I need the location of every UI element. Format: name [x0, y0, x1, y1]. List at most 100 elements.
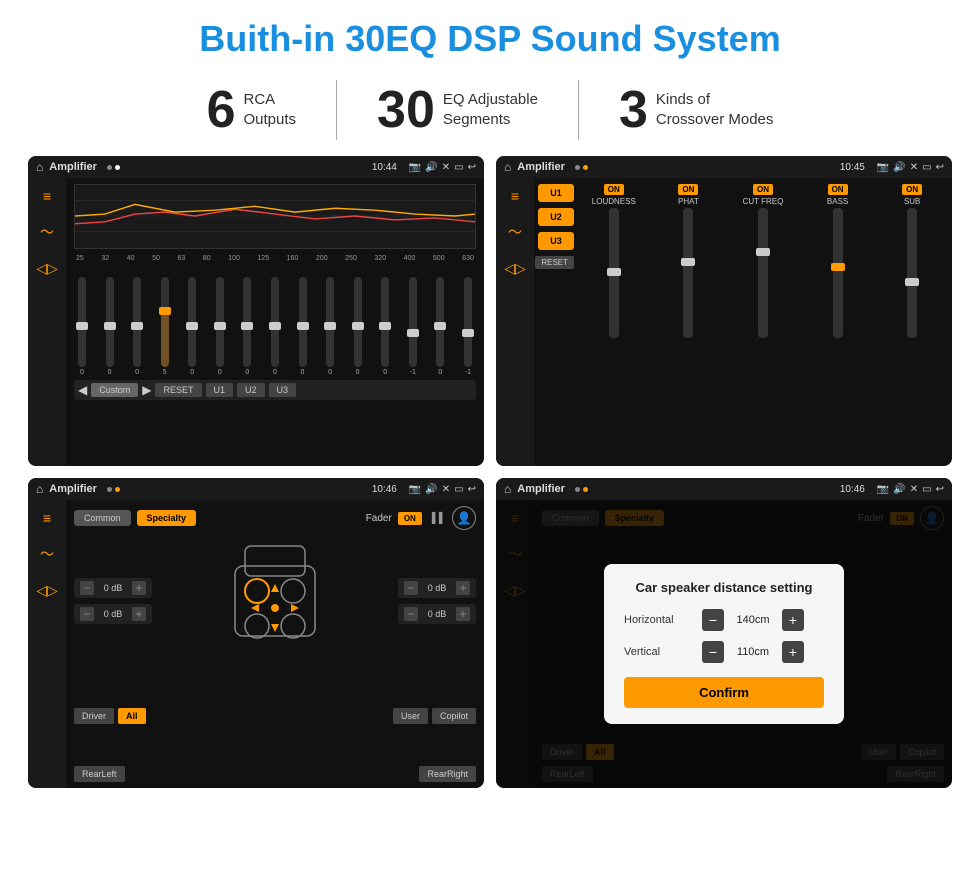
- db-control-4: − 0 dB +: [398, 604, 476, 624]
- speaker-icon[interactable]: ◁▷: [36, 260, 58, 277]
- home-icon-2[interactable]: ⌂: [504, 160, 511, 174]
- window-icon-1: ▭: [454, 162, 463, 173]
- status-title-2: Amplifier: [517, 161, 565, 173]
- db-plus-3[interactable]: +: [456, 581, 470, 595]
- db-plus-1[interactable]: +: [132, 581, 146, 595]
- back-icon-3: ↩: [468, 484, 476, 495]
- db-minus-2[interactable]: −: [80, 607, 94, 621]
- u3-button[interactable]: U3: [269, 383, 297, 397]
- wave-icon[interactable]: 〜: [40, 222, 54, 242]
- fader-right-controls: − 0 dB + − 0 dB +: [398, 578, 476, 624]
- custom-button[interactable]: Custom: [91, 383, 138, 397]
- fader-car-diagram: [160, 536, 390, 666]
- db-plus-2[interactable]: +: [132, 607, 146, 621]
- fader-top-bar: Common Specialty Fader ON ▌▌ 👤: [74, 506, 476, 530]
- confirm-button[interactable]: Confirm: [624, 677, 824, 708]
- eq-slider-thumb[interactable]: [76, 322, 88, 330]
- vertical-row: Vertical − 110cm +: [624, 641, 824, 663]
- db-value-3: 0 dB: [422, 583, 452, 593]
- all-btn[interactable]: All: [118, 708, 146, 724]
- screen1-body: ≡ 〜 ◁▷: [28, 178, 484, 466]
- driver-btn[interactable]: Driver: [74, 708, 114, 724]
- eq-bottom-bar: ◀ Custom ▶ RESET U1 U2 U3: [74, 380, 476, 400]
- stat-crossover: 3 Kinds of Crossover Modes: [579, 84, 813, 136]
- phat-on-btn[interactable]: ON: [678, 184, 698, 195]
- loudness-on-btn[interactable]: ON: [604, 184, 624, 195]
- camera-icon-3: 📷: [409, 484, 421, 495]
- db-minus-4[interactable]: −: [404, 607, 418, 621]
- profile-icon[interactable]: 👤: [452, 506, 476, 530]
- vertical-minus[interactable]: −: [702, 641, 724, 663]
- prev-button[interactable]: ◀: [78, 383, 87, 397]
- status-title-4: Amplifier: [517, 483, 565, 495]
- db-plus-4[interactable]: +: [456, 607, 470, 621]
- volume-icon-3: 🔊: [425, 484, 437, 495]
- next-button[interactable]: ▶: [142, 383, 151, 397]
- camera-icon-2: 📷: [877, 162, 889, 173]
- vertical-plus[interactable]: +: [782, 641, 804, 663]
- stat-number-rca: 6: [207, 84, 236, 136]
- wave-icon-2[interactable]: 〜: [508, 222, 522, 242]
- fader-main: Common Specialty Fader ON ▌▌ 👤 − 0 dB +: [66, 500, 484, 788]
- eq-slider-thumb-2[interactable]: [104, 322, 116, 330]
- sub-on-btn[interactable]: ON: [902, 184, 922, 195]
- channel-bass: ON BASS: [802, 184, 874, 460]
- rearright-btn[interactable]: RearRight: [419, 766, 476, 782]
- horizontal-stepper: − 140cm +: [702, 609, 804, 631]
- common-tab[interactable]: Common: [74, 510, 131, 526]
- speaker-icon-3[interactable]: ◁▷: [36, 582, 58, 599]
- eq-slider-track[interactable]: [78, 277, 86, 367]
- db-control-3: − 0 dB +: [398, 578, 476, 598]
- reset-button[interactable]: RESET: [155, 383, 201, 397]
- u2-button[interactable]: U2: [237, 383, 265, 397]
- db-minus-1[interactable]: −: [80, 581, 94, 595]
- dialog-box: Car speaker distance setting Horizontal …: [604, 564, 844, 724]
- horizontal-minus[interactable]: −: [702, 609, 724, 631]
- preset-u1[interactable]: U1: [538, 184, 574, 202]
- db-minus-3[interactable]: −: [404, 581, 418, 595]
- fader-on-btn[interactable]: ON: [398, 512, 422, 525]
- mixer-reset[interactable]: RESET: [535, 256, 574, 269]
- stats-row: 6 RCA Outputs 30 EQ Adjustable Segments …: [0, 72, 980, 156]
- status-dot-1: [107, 165, 112, 170]
- u1-button[interactable]: U1: [206, 383, 234, 397]
- status-time-1: 10:44: [372, 162, 397, 173]
- mixer-presets: U1 U2 U3 RESET: [538, 184, 574, 460]
- stat-text-crossover-1: Kinds of: [656, 90, 774, 110]
- window-icon-2: ▭: [922, 162, 931, 173]
- eq-icon-3[interactable]: ≡: [43, 510, 51, 526]
- fader-label: Fader: [366, 513, 392, 524]
- fader-bottom-bar: Driver All User Copilot: [74, 708, 476, 724]
- volume-icon-4: 🔊: [893, 484, 905, 495]
- status-title-1: Amplifier: [49, 161, 97, 173]
- home-icon-1[interactable]: ⌂: [36, 160, 43, 174]
- cutfreq-on-btn[interactable]: ON: [753, 184, 773, 195]
- eq-icon-2[interactable]: ≡: [511, 188, 519, 204]
- horizontal-plus[interactable]: +: [782, 609, 804, 631]
- vertical-value: 110cm: [728, 646, 778, 658]
- stat-number-eq: 30: [377, 84, 435, 136]
- user-btn[interactable]: User: [393, 708, 428, 724]
- status-time-4: 10:46: [840, 484, 865, 495]
- preset-u2[interactable]: U2: [538, 208, 574, 226]
- eq-icon[interactable]: ≡: [43, 188, 51, 204]
- bass-on-btn[interactable]: ON: [828, 184, 848, 195]
- eq-main: 25 32 40 50 63 80 100 125 160 200 250 32…: [66, 178, 484, 466]
- copilot-btn[interactable]: Copilot: [432, 708, 476, 724]
- vertical-stepper: − 110cm +: [702, 641, 804, 663]
- preset-u3[interactable]: U3: [538, 232, 574, 250]
- rearleft-btn[interactable]: RearLeft: [74, 766, 125, 782]
- close-icon-3: ✕: [442, 484, 450, 495]
- home-icon-3[interactable]: ⌂: [36, 482, 43, 496]
- specialty-tab[interactable]: Specialty: [137, 510, 197, 526]
- window-icon-4: ▭: [922, 484, 931, 495]
- db-value-2: 0 dB: [98, 609, 128, 619]
- home-icon-4[interactable]: ⌂: [504, 482, 511, 496]
- speaker-icon-2[interactable]: ◁▷: [504, 260, 526, 277]
- status-bar-4: ⌂ Amplifier 10:46 📷 🔊 ✕ ▭ ↩: [496, 478, 952, 500]
- wave-icon-3[interactable]: 〜: [40, 544, 54, 564]
- fader-controls: − 0 dB + − 0 dB +: [74, 536, 476, 666]
- stat-eq: 30 EQ Adjustable Segments: [337, 84, 578, 136]
- back-icon-1: ↩: [468, 162, 476, 173]
- page-title: Buith-in 30EQ DSP Sound System: [0, 0, 980, 72]
